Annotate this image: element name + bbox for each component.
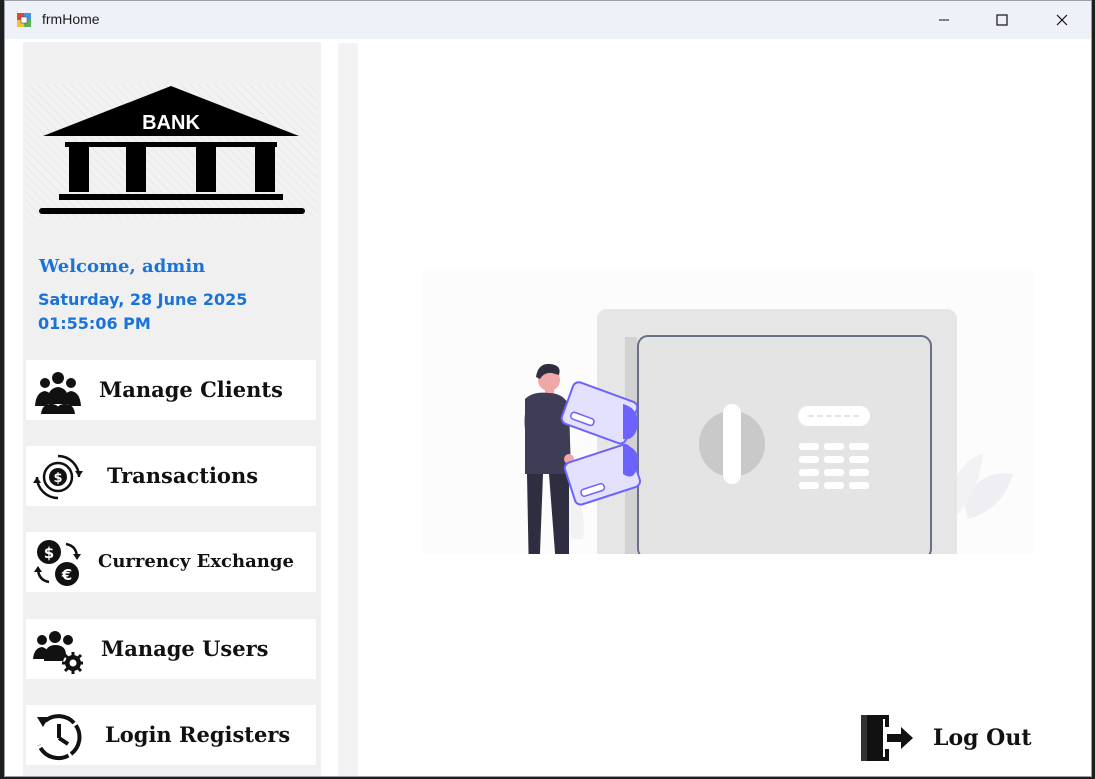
transactions-label: Transactions	[107, 463, 259, 488]
app-window: frmHome BANK Welcome, admin Saturday, 28…	[4, 0, 1092, 777]
users-group-icon	[35, 372, 81, 414]
login-registers-button[interactable]: Login Registers	[26, 705, 316, 765]
manage-users-label: Manage Users	[101, 636, 269, 661]
transactions-button[interactable]: $ Transactions	[26, 446, 316, 506]
svg-text:$: $	[53, 471, 62, 486]
window-title: frmHome	[42, 11, 100, 27]
title-bar[interactable]: frmHome	[5, 1, 1091, 39]
currency-exchange-icon: $ €	[34, 540, 81, 586]
current-time: 01:55:06 PM	[38, 314, 151, 333]
users-gear-icon	[33, 631, 83, 674]
welcome-text: Welcome, admin	[39, 256, 206, 277]
manage-clients-button[interactable]: Manage Clients	[26, 360, 316, 420]
logout-label: Log Out	[933, 725, 1032, 751]
app-icon	[17, 13, 31, 27]
maximize-icon	[996, 14, 1008, 26]
bank-building-icon: BANK	[39, 86, 305, 214]
close-button[interactable]	[1033, 1, 1091, 39]
logout-door-icon	[861, 715, 913, 761]
sidebar: BANK Welcome, admin Saturday, 28 June 20…	[23, 42, 321, 776]
logo-text: BANK	[142, 112, 200, 134]
svg-text:€: €	[61, 566, 72, 584]
current-date: Saturday, 28 June 2025	[38, 290, 248, 309]
currency-exchange-label: Currency Exchange	[98, 551, 294, 572]
maximize-button[interactable]	[973, 1, 1031, 39]
bank-logo: BANK	[25, 84, 317, 218]
svg-text:$: $	[44, 544, 54, 562]
minimize-button[interactable]	[915, 1, 973, 39]
person-at-safe-illustration	[423, 269, 1033, 554]
logout-button[interactable]: Log Out	[857, 709, 1037, 767]
dollar-cycle-icon: $	[33, 454, 83, 500]
close-icon	[1056, 14, 1068, 26]
splitter[interactable]	[338, 43, 358, 776]
history-clock-icon	[37, 714, 82, 761]
manage-clients-label: Manage Clients	[99, 377, 283, 402]
client-area: BANK Welcome, admin Saturday, 28 June 20…	[5, 39, 1091, 776]
manage-users-button[interactable]: Manage Users	[26, 619, 316, 679]
currency-exchange-button[interactable]: $ € Currency Exchange	[26, 532, 316, 592]
minimize-icon	[939, 19, 949, 21]
login-registers-label: Login Registers	[105, 722, 291, 747]
